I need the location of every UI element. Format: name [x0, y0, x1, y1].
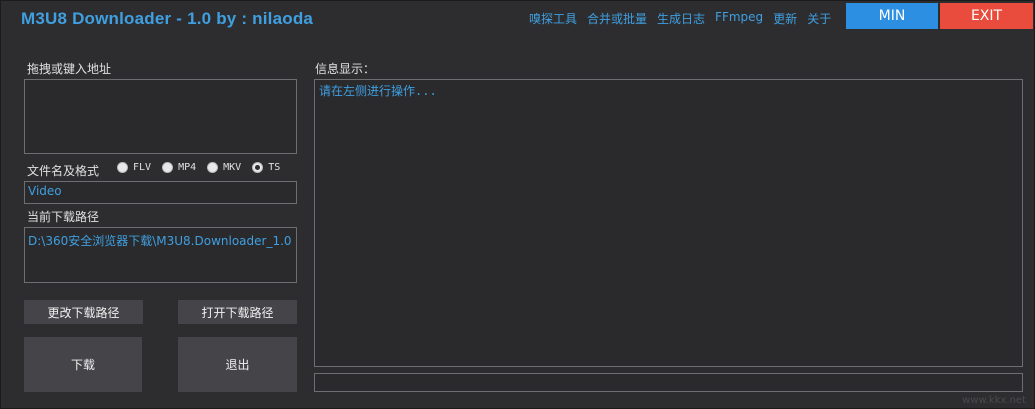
- minimize-button[interactable]: MIN: [846, 3, 938, 29]
- nav-ffmpeg[interactable]: FFmpeg: [715, 10, 763, 27]
- url-input-value: [25, 80, 296, 84]
- quit-button[interactable]: 退出: [178, 337, 297, 392]
- url-label: 拖拽或键入地址: [27, 62, 112, 76]
- format-radio-group: FLV MP4 MKV TS: [117, 162, 280, 173]
- nav-sniffer-tool[interactable]: 嗅探工具: [529, 10, 577, 27]
- format-radio-flv[interactable]: FLV: [117, 162, 151, 173]
- status-bar-field: [314, 373, 1023, 392]
- app-title: M3U8 Downloader - 1.0 by : nilaoda: [21, 9, 314, 28]
- radio-circle-icon: [162, 162, 174, 173]
- radio-circle-icon: [117, 162, 128, 173]
- info-display-label: 信息显示：: [315, 62, 376, 76]
- format-label-ts: TS: [268, 162, 281, 173]
- format-label-mkv: MKV: [223, 162, 242, 173]
- download-path-value: D:\360安全浏览器下载\M3U8.Downloader_1.0: [28, 234, 292, 248]
- info-log-area[interactable]: 请在左侧进行操作...: [314, 79, 1023, 367]
- filename-input-value: Video: [28, 184, 62, 198]
- download-path-field[interactable]: D:\360安全浏览器下载\M3U8.Downloader_1.0: [24, 227, 297, 283]
- filename-format-label: 文件名及格式: [27, 164, 100, 178]
- format-label-mp4: MP4: [178, 162, 197, 173]
- nav-update[interactable]: 更新: [773, 10, 797, 27]
- format-radio-mp4[interactable]: MP4: [162, 162, 196, 173]
- url-input[interactable]: [24, 79, 297, 154]
- status-value: [315, 374, 1022, 378]
- nav-generate-log[interactable]: 生成日志: [657, 10, 705, 27]
- download-button[interactable]: 下载: [24, 337, 142, 392]
- format-label-flv: FLV: [133, 162, 152, 173]
- nav-about[interactable]: 关于: [807, 10, 831, 27]
- top-nav: 嗅探工具 合并或批量 生成日志 FFmpeg 更新 关于: [529, 10, 831, 27]
- exit-button[interactable]: EXIT: [940, 3, 1033, 29]
- open-path-button[interactable]: 打开下载路径: [178, 300, 297, 324]
- download-path-label: 当前下载路径: [27, 210, 100, 224]
- info-log-text: 请在左侧进行操作...: [319, 84, 437, 98]
- format-radio-mkv[interactable]: MKV: [207, 162, 241, 173]
- change-path-button[interactable]: 更改下载路径: [24, 300, 143, 324]
- format-radio-ts[interactable]: TS: [252, 162, 280, 173]
- app-window: M3U8 Downloader - 1.0 by : nilaoda 嗅探工具 …: [0, 0, 1035, 409]
- filename-input[interactable]: Video: [24, 181, 297, 204]
- nav-merge-batch[interactable]: 合并或批量: [587, 10, 647, 27]
- watermark-url: www.kkx.net: [962, 395, 1026, 406]
- radio-checked-icon: [252, 162, 264, 173]
- radio-circle-icon: [207, 162, 219, 173]
